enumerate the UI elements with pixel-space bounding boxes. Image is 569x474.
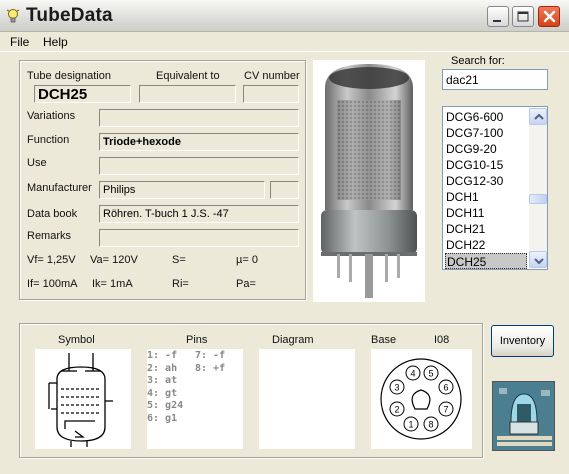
- base-pin-label: 2: [394, 405, 399, 415]
- chevron-down-icon: [534, 258, 544, 265]
- pin-entry: 7: -f: [195, 350, 226, 361]
- base-pinout-diagram: 1234 5678: [380, 358, 462, 440]
- minimize-button[interactable]: [487, 6, 509, 27]
- scroll-up-button[interactable]: [529, 108, 547, 125]
- base-panel: 12345678: [371, 349, 472, 449]
- base-pin-label: 5: [428, 369, 433, 379]
- list-item[interactable]: DCH1: [445, 189, 527, 205]
- list-item[interactable]: DCG6-600: [445, 109, 527, 125]
- maximize-icon: [517, 11, 529, 22]
- remarks-label: Remarks: [27, 230, 72, 242]
- menu-help[interactable]: Help: [43, 35, 68, 49]
- list-item[interactable]: DCH21: [445, 221, 527, 237]
- equivalent-field[interactable]: [139, 85, 236, 103]
- tube-list[interactable]: DCG6-600 DCG7-100 DCG9-20 DCG10-15 DCG12-30 D…: [442, 106, 548, 270]
- manufacturer-field[interactable]: Philips: [99, 181, 265, 199]
- tube-logo-icon: [493, 382, 554, 450]
- mu-value: µ= 0: [236, 254, 258, 266]
- search-input[interactable]: [442, 69, 548, 90]
- pin-entry: 5: g24: [147, 400, 184, 411]
- tube-designation-field[interactable]: DCH25: [34, 85, 131, 103]
- ik-value: Ik= 1mA: [92, 278, 133, 290]
- base-pin-label: 3: [394, 383, 399, 393]
- search-label: Search for:: [451, 55, 505, 67]
- vf-value: Vf= 1,25V: [27, 254, 76, 266]
- pin-entry: 1: -f: [147, 350, 178, 361]
- scroll-thumb[interactable]: [529, 194, 547, 204]
- va-value: Va= 120V: [90, 254, 138, 266]
- tube-symbol-icon: [48, 353, 113, 447]
- variations-label: Variations: [27, 110, 76, 122]
- manufacturer-label: Manufacturer: [27, 182, 92, 194]
- list-scrollbar[interactable]: [529, 108, 547, 268]
- cv-number-field[interactable]: [243, 85, 299, 103]
- app-logo: [492, 381, 555, 451]
- base-pin-label: 4: [410, 369, 415, 379]
- base-pin: 5: [423, 365, 439, 381]
- variations-field[interactable]: [99, 109, 299, 127]
- list-item[interactable]: DCG10-15: [445, 157, 527, 173]
- base-pin: 3: [389, 379, 405, 395]
- s-value: S=: [172, 254, 186, 266]
- close-icon: [543, 10, 556, 23]
- base-pin-label: 8: [428, 420, 433, 430]
- base-pin: 8: [423, 416, 439, 432]
- base-pin: 2: [389, 401, 405, 417]
- list-item[interactable]: DCG12-30: [445, 173, 527, 189]
- base-pin-label: 1: [408, 420, 413, 430]
- manufacturer-extra-field[interactable]: [270, 181, 299, 199]
- base-type: I08: [434, 334, 450, 346]
- cv-number-label: CV number: [244, 70, 300, 82]
- diagram-label: Diagram: [272, 334, 314, 346]
- symbol-label: Symbol: [58, 334, 95, 346]
- title-bar[interactable]: TubeData: [0, 0, 569, 32]
- base-pin-label: 6: [443, 383, 448, 393]
- pa-value: Pa=: [236, 278, 256, 290]
- menu-bar: File Help: [0, 33, 569, 52]
- list-item-selected[interactable]: DCH25: [445, 253, 527, 269]
- list-item[interactable]: DCG9-20: [445, 141, 527, 157]
- list-item[interactable]: DCH22: [445, 237, 527, 253]
- menu-file[interactable]: File: [10, 35, 29, 49]
- window-title: TubeData: [26, 5, 113, 26]
- base-pin: 4: [405, 365, 421, 381]
- function-field[interactable]: Triode+hexode: [99, 133, 299, 151]
- maximize-button[interactable]: [512, 6, 534, 27]
- scroll-down-button[interactable]: [529, 251, 547, 268]
- diagram-panel: [259, 349, 355, 449]
- pins-panel: 1: -f 2: ah 3: at 4: gt 5: g24 6: g1 7: -f 8: …: [147, 349, 243, 449]
- pin-entry: 3: at: [147, 375, 178, 386]
- list-item[interactable]: DCH11: [445, 205, 527, 221]
- base-pin: 7: [438, 401, 454, 417]
- remarks-field[interactable]: [99, 229, 299, 247]
- pin-entry: 6: g1: [147, 412, 178, 424]
- if-value: If= 100mA: [27, 278, 78, 290]
- base-pin-label: 7: [443, 405, 448, 415]
- lightbulb-icon: [6, 9, 20, 23]
- base-pin: 1: [403, 416, 419, 432]
- ri-value: Ri=: [172, 278, 189, 290]
- tube-photo: [313, 60, 425, 302]
- vacuum-tube-image: [321, 64, 417, 298]
- use-label: Use: [27, 157, 47, 169]
- inventory-button[interactable]: Inventory: [491, 325, 554, 357]
- symbol-panel: [35, 349, 131, 449]
- pins-label: Pins: [186, 334, 208, 346]
- use-field[interactable]: [99, 157, 299, 175]
- chevron-up-icon: [534, 113, 544, 120]
- pin-entry: 4: gt: [147, 387, 178, 399]
- pin-entry: 8: +f: [195, 362, 226, 374]
- pin-entry: 2: ah: [147, 362, 178, 374]
- list-item[interactable]: DCG7-100: [445, 125, 527, 141]
- function-label: Function: [27, 134, 70, 146]
- close-button[interactable]: [538, 6, 560, 27]
- tube-designation-label: Tube designation: [27, 70, 111, 82]
- equivalent-label: Equivalent to: [156, 70, 220, 82]
- base-pin: 6: [438, 379, 454, 395]
- base-label: Base: [371, 334, 397, 346]
- databook-label: Data book: [27, 208, 78, 220]
- databook-field[interactable]: Röhren. T-buch 1 J.S. -47: [99, 205, 299, 223]
- minimize-icon: [493, 20, 501, 22]
- app-window: TubeData File Help Tube designation Equi…: [0, 0, 569, 474]
